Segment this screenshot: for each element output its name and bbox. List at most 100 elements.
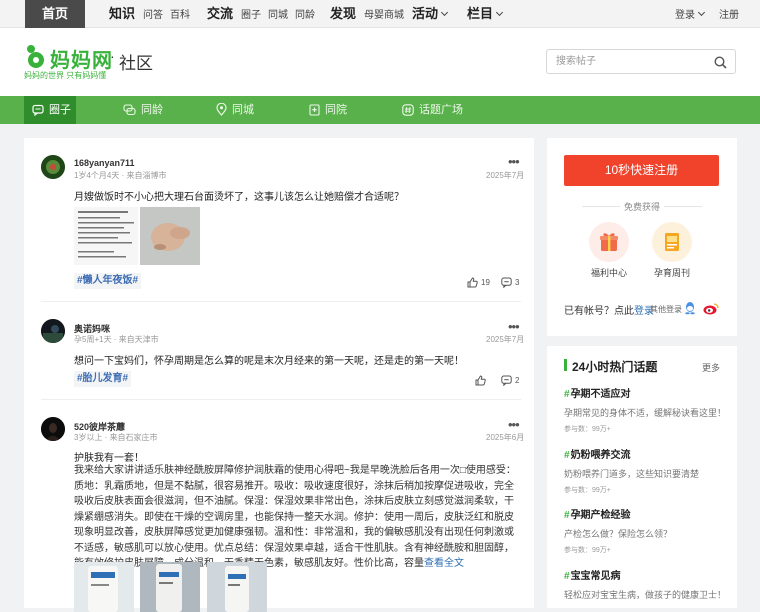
more-options-icon[interactable]: ••• — [508, 320, 520, 333]
chat-bubble-icon — [32, 104, 44, 117]
post-date: 2025年7月 — [486, 171, 525, 180]
hospital-icon — [309, 104, 320, 116]
comment-count: 3 — [515, 278, 520, 287]
tab-samecity-label: 同城 — [232, 104, 254, 116]
logo-text: 妈妈网 — [50, 50, 113, 72]
tab-topic-plaza-label: 话题广场 — [419, 104, 463, 116]
qq-icon[interactable] — [683, 301, 697, 315]
post-image[interactable] — [140, 562, 200, 612]
search-icon[interactable] — [714, 56, 727, 69]
post-image[interactable] — [74, 207, 138, 265]
nav-register[interactable]: 注册 — [719, 0, 739, 28]
hot-topic-desc: 产检怎么做？保险怎么领？ — [564, 529, 673, 539]
tab-topic-plaza[interactable]: 话题广场 — [402, 96, 463, 124]
post-title[interactable]: 护肤我有一套！ — [74, 449, 144, 464]
tab-sameage[interactable]: 同龄 — [123, 96, 163, 124]
logo-separator: · — [110, 48, 115, 64]
tab-circle[interactable]: 圈子 — [24, 96, 76, 124]
post-title[interactable]: 月嫂做饭时不小心把大理石台面烫坏了，这事儿该怎么让她赔偿才合适呢？ — [74, 188, 404, 203]
nav-column-label: 栏目 — [467, 6, 494, 21]
section-title: 社区 — [119, 54, 153, 73]
register-card: 10秒快速注册 免费获得 福利中心 孕育周刊 已有帐号？点此登录 其他登录 — [547, 138, 737, 336]
tab-samehospital-label: 同院 — [325, 104, 347, 116]
like-button[interactable]: 19 — [467, 274, 490, 288]
nav-wiki[interactable]: 百科 — [170, 10, 190, 21]
post-image[interactable] — [140, 207, 200, 265]
community-tab-bar: 圈子 同龄 同城 同院 话题广场 — [0, 96, 760, 124]
nav-circle[interactable]: 圈子 — [241, 10, 261, 21]
nav-column[interactable]: 栏目 — [467, 0, 504, 28]
nav-samecity[interactable]: 同城 — [268, 10, 288, 21]
chevron-down-icon — [697, 8, 706, 17]
tab-samehospital[interactable]: 同院 — [309, 96, 347, 124]
hot-topic-desc: 奶粉喂养门道多，这些知识要清楚 — [564, 469, 700, 479]
nav-group-discover: 发现 母婴商城 — [330, 0, 411, 28]
hot-topics-card: 24小时热门话题 更多 #孕期不适应对 孕期常见的身体不适，缓解秘诀看这里！ 参… — [547, 346, 737, 608]
post-author[interactable]: 168yanyan711 — [74, 158, 135, 168]
hot-topic-title: #孕期不适应对 — [564, 389, 631, 400]
post-image[interactable] — [74, 562, 134, 612]
comment-button[interactable]: 3 — [501, 274, 520, 289]
hash-icon — [402, 104, 414, 116]
post-author-meta: 孕5周+1天 · 来自天津市 — [74, 335, 159, 344]
benefit-welfare-label: 福利中心 — [590, 268, 627, 278]
weibo-icon[interactable] — [703, 302, 719, 315]
nav-exchange[interactable]: 交流 — [207, 6, 233, 21]
hot-topics-title: 24小时热门话题 — [572, 360, 658, 374]
nav-login[interactable]: 登录 — [675, 0, 706, 28]
post-body-text: 我来给大家讲讲适乐肤神经酰胺屏障修护润肤霜的使用心得吧~我是早晚洗脸后各用一次□… — [74, 465, 516, 569]
hot-topic-item[interactable]: #孕期不适应对 孕期常见的身体不适，缓解秘诀看这里！ 参与数：99万+ — [564, 385, 729, 434]
avatar[interactable] — [41, 155, 65, 179]
hot-topic-item[interactable]: #宝宝常见病 轻松应对宝宝生病，做孩子的健康卫士！ — [564, 567, 729, 601]
nav-discover[interactable]: 发现 — [330, 6, 356, 21]
read-more-link[interactable]: 查看全文 — [424, 558, 464, 569]
nav-group-knowledge: 知识 问答 百科 — [109, 0, 197, 28]
hot-topic-count: 参与数：99万+ — [564, 547, 611, 554]
hot-topic-item[interactable]: #奶粉喂养交流 奶粉喂养门道多，这些知识要清楚 参与数：99万+ — [564, 446, 729, 495]
avatar[interactable] — [41, 319, 65, 343]
more-options-icon[interactable]: ••• — [508, 418, 520, 431]
tab-samecity[interactable]: 同城 — [216, 96, 254, 124]
hot-topic-item[interactable]: #孕期产检经验 产检怎么做？保险怎么领？ 参与数：99万+ — [564, 506, 729, 555]
like-count: 19 — [481, 278, 490, 287]
nav-home[interactable]: 首页 — [25, 0, 85, 28]
quick-register-button[interactable]: 10秒快速注册 — [564, 155, 719, 186]
benefit-weekly[interactable]: 孕育周刊 — [650, 222, 694, 279]
avatar[interactable] — [41, 417, 65, 441]
hot-topic-count: 参与数：99万+ — [564, 426, 611, 433]
benefit-welfare[interactable]: 福利中心 — [587, 222, 631, 279]
search-input[interactable] — [547, 50, 697, 73]
post-title[interactable]: 想问一下宝妈们，怀孕周期是怎么算的呢是末次月经来的第一天呢，还是走的第一天呢！ — [74, 352, 464, 367]
comment-icon — [501, 277, 512, 289]
comment-button[interactable]: 2 — [501, 372, 519, 387]
hot-topic-title: #孕期产检经验 — [564, 510, 631, 521]
post-image[interactable] — [207, 562, 267, 612]
nav-mall[interactable]: 母婴商城 — [364, 10, 404, 21]
chevron-down-icon — [495, 8, 504, 17]
divider — [41, 301, 521, 302]
free-get-label: 免费获得 — [547, 200, 737, 213]
divider — [41, 399, 521, 400]
gift-icon — [589, 222, 629, 262]
post-body[interactable]: 我来给大家讲讲适乐肤神经酰胺屏障修护润肤霜的使用心得吧~我是早晚洗脸后各用一次□… — [74, 463, 522, 572]
nav-sameage[interactable]: 同龄 — [295, 10, 315, 21]
tab-sameage-label: 同龄 — [141, 104, 163, 116]
nav-activity-label: 活动 — [412, 6, 439, 21]
more-options-icon[interactable]: ••• — [508, 155, 520, 168]
hot-topic-count: 参与数：99万+ — [564, 487, 611, 494]
post-topic-tag[interactable]: #胎儿发育# — [74, 371, 132, 387]
nav-knowledge[interactable]: 知识 — [109, 6, 135, 21]
nav-qa[interactable]: 问答 — [143, 10, 163, 21]
logo-slogan: 妈妈的世界 只有妈妈懂 — [24, 71, 107, 80]
magazine-icon — [652, 222, 692, 262]
nav-activity[interactable]: 活动 — [412, 0, 449, 28]
thumbs-up-icon — [467, 277, 478, 288]
nav-group-exchange: 交流 圈子 同城 同龄 — [207, 0, 322, 28]
post-author-meta: 3岁以上 · 来自石家庄市 — [74, 433, 158, 442]
post-topic-tag[interactable]: #懒人年夜饭# — [74, 273, 142, 289]
hot-topics-more-link[interactable]: 更多 — [702, 361, 720, 374]
hot-topic-desc: 轻松应对宝宝生病，做孩子的健康卫士！ — [564, 590, 727, 600]
like-button[interactable] — [475, 372, 489, 386]
has-account-text: 已有帐号？点此登录 — [564, 302, 654, 317]
hot-topic-title: #宝宝常见病 — [564, 571, 621, 582]
